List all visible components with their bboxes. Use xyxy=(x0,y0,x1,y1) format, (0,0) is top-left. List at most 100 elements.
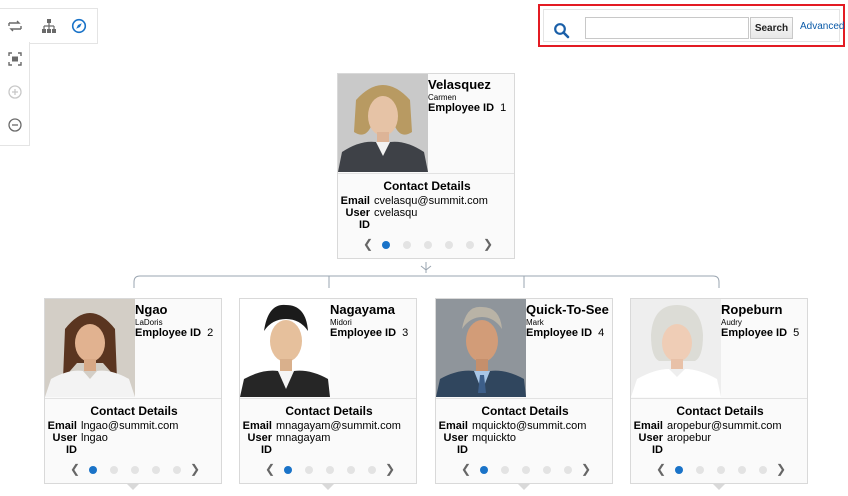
employee-photo xyxy=(436,299,526,397)
previous-page-icon[interactable]: ❮ xyxy=(656,462,666,476)
email-value[interactable]: cvelasqu@summit.com xyxy=(374,195,488,207)
page-dot[interactable] xyxy=(305,466,313,474)
expand-indicator[interactable] xyxy=(322,484,334,490)
employee-id-label: Employee ID xyxy=(330,327,397,339)
user-id-value: aropebur xyxy=(667,432,712,444)
employee-card[interactable]: Ngao LaDoris Employee ID 2 Contact Detai… xyxy=(44,298,222,484)
page-dot[interactable] xyxy=(424,241,432,249)
page-dot[interactable] xyxy=(403,241,411,249)
email-value[interactable]: lngao@summit.com xyxy=(81,420,178,432)
previous-page-icon[interactable]: ❮ xyxy=(70,462,80,476)
email-label: Email xyxy=(438,420,468,432)
employee-id-value: 2 xyxy=(207,327,214,339)
employee-id: Employee ID 4 xyxy=(526,327,604,339)
employee-card[interactable]: Ropeburn Audry Employee ID 5 Contact Det… xyxy=(630,298,808,484)
employee-id: Employee ID 3 xyxy=(330,327,408,339)
next-page-icon[interactable]: ❯ xyxy=(483,237,493,251)
search-toggle[interactable] xyxy=(553,22,571,40)
zoom-in-icon xyxy=(8,85,22,99)
page-dot[interactable] xyxy=(347,466,355,474)
email-value[interactable]: mnagayam@summit.com xyxy=(276,420,401,432)
employee-card[interactable]: Quick-To-See Mark Employee ID 4 Contact … xyxy=(435,298,613,484)
employee-photo xyxy=(240,299,330,397)
page-dot[interactable] xyxy=(131,466,139,474)
zoom-out-button[interactable] xyxy=(2,112,28,138)
search-panel: Search Advanced xyxy=(538,4,845,47)
view-toolbar xyxy=(0,8,98,44)
page-dot[interactable] xyxy=(759,466,767,474)
page-dot[interactable] xyxy=(284,466,292,474)
employee-id-label: Employee ID xyxy=(526,327,593,339)
change-layout-button[interactable] xyxy=(2,13,28,39)
email-label: Email xyxy=(47,420,77,432)
employee-last-name: Nagayama xyxy=(330,302,396,317)
employee-id-value: 1 xyxy=(500,102,507,114)
user-id-value: lngao xyxy=(81,432,108,444)
card-divider xyxy=(338,173,514,174)
compass-button[interactable] xyxy=(66,13,92,39)
zoom-toolbar xyxy=(0,42,30,146)
card-divider xyxy=(240,398,416,399)
user-id-value: mnagayam xyxy=(276,432,331,444)
employee-id: Employee ID 5 xyxy=(721,327,799,339)
zoom-in-button[interactable] xyxy=(2,79,28,105)
card-pager: ❮ ❯ xyxy=(265,462,395,476)
page-dot[interactable] xyxy=(152,466,160,474)
page-dot[interactable] xyxy=(543,466,551,474)
page-dot[interactable] xyxy=(738,466,746,474)
employee-id-value: 5 xyxy=(793,327,800,339)
change-layout-icon xyxy=(8,20,22,32)
page-dot[interactable] xyxy=(382,241,390,249)
page-dot[interactable] xyxy=(466,241,474,249)
card-pager: ❮ ❯ xyxy=(70,462,200,476)
contact-details-title: Contact Details xyxy=(90,404,178,418)
page-dot[interactable] xyxy=(110,466,118,474)
advanced-link[interactable]: Advanced xyxy=(800,21,844,32)
previous-page-icon[interactable]: ❮ xyxy=(363,237,373,251)
page-dot[interactable] xyxy=(480,466,488,474)
woman-portrait xyxy=(631,299,721,397)
next-page-icon[interactable]: ❯ xyxy=(776,462,786,476)
card-pager: ❮ ❯ xyxy=(461,462,591,476)
page-dot[interactable] xyxy=(675,466,683,474)
employee-id: Employee ID 2 xyxy=(135,327,213,339)
page-dot[interactable] xyxy=(501,466,509,474)
woman-portrait xyxy=(45,299,135,397)
card-pager: ❮ ❯ xyxy=(656,462,786,476)
search-input[interactable] xyxy=(585,17,749,39)
employee-first-name: Carmen xyxy=(428,93,457,102)
zoom-out-icon xyxy=(8,118,22,132)
page-dot[interactable] xyxy=(445,241,453,249)
page-dot[interactable] xyxy=(696,466,704,474)
card-divider xyxy=(45,398,221,399)
page-dot[interactable] xyxy=(522,466,530,474)
page-dot[interactable] xyxy=(368,466,376,474)
employee-first-name: Mark xyxy=(526,318,544,327)
previous-page-icon[interactable]: ❮ xyxy=(265,462,275,476)
employee-id-value: 4 xyxy=(598,327,605,339)
email-value[interactable]: mquickto@summit.com xyxy=(472,420,586,432)
expand-indicator[interactable] xyxy=(713,484,725,490)
search-button[interactable]: Search xyxy=(750,17,793,39)
page-dot[interactable] xyxy=(173,466,181,474)
next-page-icon[interactable]: ❯ xyxy=(385,462,395,476)
search-bar: Search Advanced xyxy=(543,9,844,42)
email-value[interactable]: aropebur@summit.com xyxy=(667,420,781,432)
page-dot[interactable] xyxy=(89,466,97,474)
page-dot[interactable] xyxy=(564,466,572,474)
contact-details-title: Contact Details xyxy=(676,404,764,418)
expand-indicator[interactable] xyxy=(127,484,139,490)
employee-card[interactable]: Nagayama Midori Employee ID 3 Contact De… xyxy=(239,298,417,484)
page-dot[interactable] xyxy=(326,466,334,474)
expand-indicator[interactable] xyxy=(518,484,530,490)
zoom-fit-button[interactable] xyxy=(2,46,28,72)
employee-photo xyxy=(45,299,135,397)
page-dot[interactable] xyxy=(717,466,725,474)
employee-card[interactable]: Velasquez Carmen Employee ID 1 Contact D… xyxy=(337,73,515,259)
employee-photo xyxy=(631,299,721,397)
next-page-icon[interactable]: ❯ xyxy=(190,462,200,476)
hierarchy-button[interactable] xyxy=(36,13,62,39)
next-page-icon[interactable]: ❯ xyxy=(581,462,591,476)
card-pager: ❮ ❯ xyxy=(363,237,493,251)
previous-page-icon[interactable]: ❮ xyxy=(461,462,471,476)
